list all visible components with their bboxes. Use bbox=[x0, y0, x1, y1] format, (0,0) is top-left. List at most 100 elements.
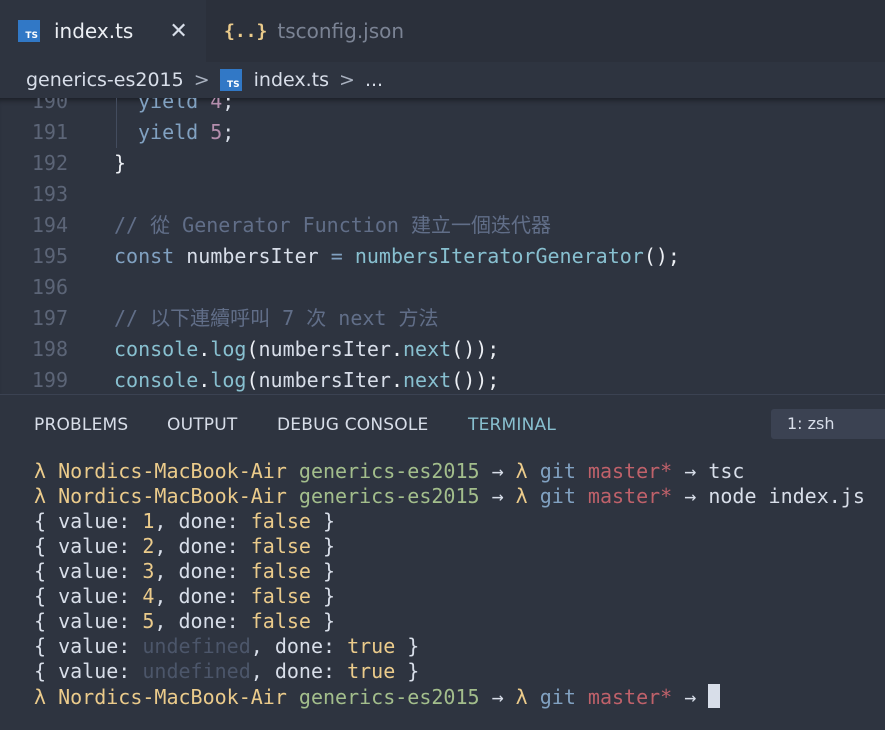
terminal-token: generics-es2015 bbox=[298, 459, 480, 483]
code-token: yield bbox=[138, 120, 211, 144]
code-line: 192} bbox=[0, 148, 885, 179]
line-number: 193 bbox=[31, 182, 68, 206]
code-line: 195 const numbersIter = numbersIteratorGe… bbox=[0, 241, 885, 272]
terminal-token: { value: bbox=[34, 509, 143, 533]
terminal-token: λ Nordics-MacBook-Air bbox=[34, 459, 299, 483]
terminal-token: → bbox=[479, 484, 516, 508]
code-token: ; bbox=[222, 120, 235, 144]
tab-index-ts[interactable]: TS index.ts ✕ bbox=[0, 0, 206, 62]
code-text: console.log(numbersIter.next()); bbox=[114, 365, 499, 394]
terminal-token: master* bbox=[587, 459, 673, 483]
code-token: next bbox=[403, 337, 452, 361]
code-line: 199 console.log(numbersIter.next()); bbox=[0, 365, 885, 394]
terminal-token: false bbox=[250, 559, 311, 583]
code-token: numbersIter bbox=[186, 244, 331, 268]
terminal-token: → bbox=[479, 685, 516, 709]
line-number: 198 bbox=[31, 337, 68, 361]
code-text: // 以下連續呼叫 7 次 next 方法 bbox=[114, 303, 439, 334]
terminal-token: → node index.js bbox=[672, 484, 865, 508]
terminal-line: { value: 4, done: false } bbox=[34, 584, 865, 609]
terminal-line: { value: 3, done: false } bbox=[34, 559, 865, 584]
breadcrumb-folder[interactable]: generics-es2015 bbox=[26, 69, 184, 91]
terminal-token: 5 bbox=[142, 609, 155, 633]
terminal-token: } bbox=[310, 534, 336, 558]
terminal-token: λ bbox=[515, 459, 540, 483]
code-line: 190 yield 4; bbox=[0, 98, 885, 117]
breadcrumb-file[interactable]: index.ts bbox=[254, 69, 329, 91]
terminal-token: λ Nordics-MacBook-Air bbox=[34, 484, 299, 508]
terminal-token: false bbox=[250, 534, 311, 558]
code-token: numbersIter bbox=[258, 337, 391, 361]
terminal-token: { value: bbox=[34, 659, 143, 683]
line-number: 197 bbox=[31, 306, 68, 330]
code-token: console bbox=[114, 337, 199, 361]
terminal-token: { value: bbox=[34, 559, 143, 583]
breadcrumb-more[interactable]: ... bbox=[365, 69, 383, 91]
line-number: 199 bbox=[31, 368, 68, 392]
line-number: 195 bbox=[31, 244, 68, 268]
code-token: // 以下連續呼叫 7 次 next 方法 bbox=[114, 306, 439, 330]
code-editor[interactable]: 190 yield 4; 191 yield 5; 192} 193 194// 從 Gen… bbox=[0, 98, 885, 394]
code-line: 191 yield 5; bbox=[0, 117, 885, 148]
terminal-token: git bbox=[539, 484, 588, 508]
code-token: log bbox=[210, 368, 247, 392]
terminal-line: λ Nordics-MacBook-Air generics-es2015 → … bbox=[34, 484, 865, 509]
code-text: yield 5; bbox=[138, 117, 234, 148]
editor-tab-bar: TS index.ts ✕ {..} tsconfig.json bbox=[0, 0, 885, 62]
terminal-token: 1 bbox=[142, 509, 155, 533]
code-token: ( bbox=[246, 337, 259, 361]
terminal-line: λ Nordics-MacBook-Air generics-es2015 → … bbox=[34, 459, 865, 484]
code-token: 5 bbox=[210, 120, 223, 144]
terminal-token: , done: bbox=[154, 509, 251, 533]
bottom-panel: PROBLEMS OUTPUT DEBUG CONSOLE TERMINAL 1… bbox=[0, 394, 885, 730]
terminal-token: } bbox=[310, 609, 336, 633]
code-text: yield 4; bbox=[138, 98, 234, 117]
code-token: 4 bbox=[210, 98, 223, 113]
terminal-token: , done: bbox=[154, 584, 251, 608]
tab-terminal[interactable]: TERMINAL bbox=[468, 415, 556, 435]
terminal-token: } bbox=[310, 559, 336, 583]
terminal-token: λ bbox=[515, 484, 540, 508]
close-icon[interactable]: ✕ bbox=[169, 19, 187, 44]
terminal-token: 3 bbox=[142, 559, 155, 583]
terminal-token: { value: bbox=[34, 634, 143, 658]
code-token: ( bbox=[246, 368, 259, 392]
code-line: 198 console.log(numbersIter.next()); bbox=[0, 334, 885, 365]
terminal-shell-select[interactable]: 1: zsh bbox=[771, 409, 885, 439]
tab-label: index.ts bbox=[54, 19, 134, 43]
breadcrumb-separator: > bbox=[193, 69, 210, 91]
terminal-line: { value: undefined, done: true } bbox=[34, 659, 865, 684]
tab-output[interactable]: OUTPUT bbox=[167, 415, 238, 435]
terminal-token: generics-es2015 bbox=[298, 484, 480, 508]
terminal-token: true bbox=[347, 634, 396, 658]
code-token: . bbox=[390, 368, 404, 392]
terminal-token: , done: bbox=[154, 534, 251, 558]
code-text: console.log(numbersIter.next()); bbox=[114, 334, 499, 365]
code-token: log bbox=[210, 337, 247, 361]
terminal-token: , done: bbox=[250, 659, 348, 683]
terminal-token: true bbox=[347, 659, 396, 683]
tab-debug-console[interactable]: DEBUG CONSOLE bbox=[277, 415, 428, 435]
code-line: 196 bbox=[0, 272, 885, 303]
tab-problems[interactable]: PROBLEMS bbox=[34, 415, 128, 435]
line-number: 191 bbox=[31, 120, 68, 144]
terminal-output[interactable]: λ Nordics-MacBook-Air generics-es2015 → … bbox=[34, 459, 865, 709]
line-number: 190 bbox=[31, 98, 68, 113]
code-text: // 從 Generator Function 建立一個迭代器 bbox=[114, 210, 551, 241]
line-number: 192 bbox=[31, 151, 68, 175]
terminal-token: master* bbox=[587, 484, 673, 508]
terminal-token: git bbox=[539, 685, 588, 709]
code-text: const numbersIter = numbersIteratorGener… bbox=[114, 241, 680, 272]
breadcrumb: generics-es2015 > TS index.ts > ... bbox=[0, 62, 885, 98]
terminal-token: } bbox=[310, 584, 336, 608]
code-text: } bbox=[114, 148, 126, 179]
indent-guide bbox=[116, 117, 117, 148]
ts-file-icon: TS bbox=[18, 20, 40, 42]
terminal-token: , done: bbox=[154, 609, 251, 633]
tab-tsconfig-json[interactable]: {..} tsconfig.json bbox=[206, 0, 446, 62]
code-token: // 從 Generator Function 建立一個迭代器 bbox=[114, 213, 551, 237]
terminal-token: 2 bbox=[142, 534, 155, 558]
code-line: 194 // 從 Generator Function 建立一個迭代器 bbox=[0, 210, 885, 241]
code-token: next bbox=[403, 368, 452, 392]
code-token: ()); bbox=[451, 368, 500, 392]
